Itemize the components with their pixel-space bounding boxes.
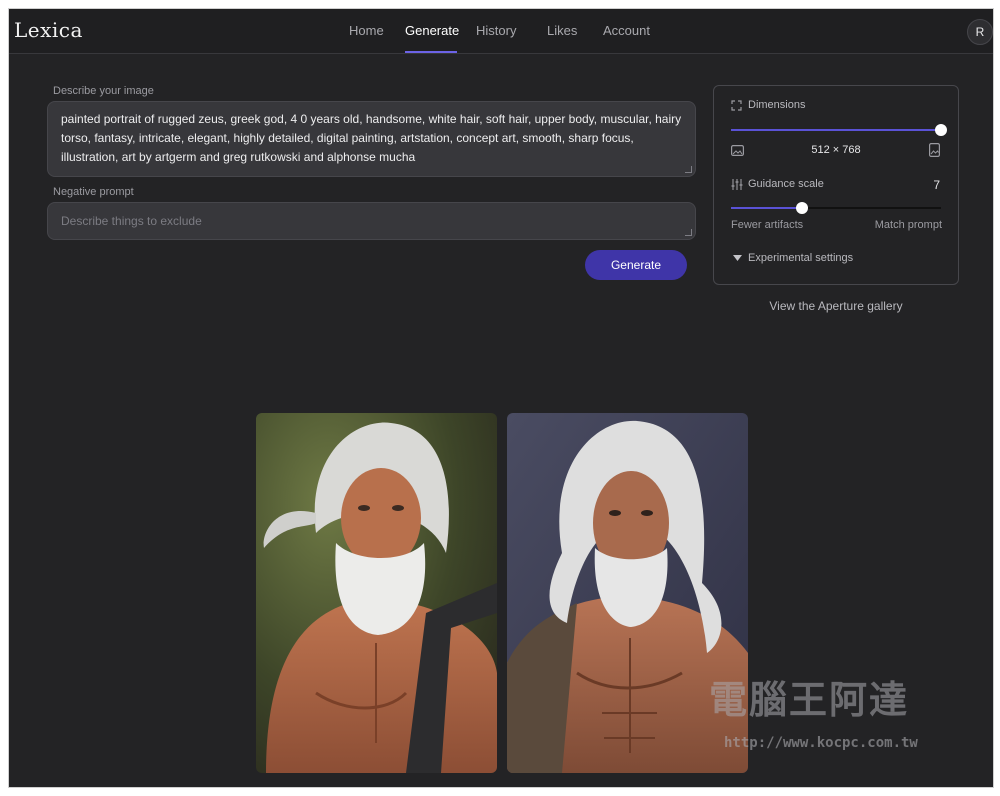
app-window: Lexica Home Generate History Likes Accou… xyxy=(8,8,994,788)
zeus-portrait-image xyxy=(256,413,497,773)
dimensions-slider-knob[interactable] xyxy=(935,124,947,136)
nav-likes[interactable]: Likes xyxy=(547,23,577,38)
dimensions-label: Dimensions xyxy=(748,99,806,111)
portrait-image-icon[interactable] xyxy=(929,143,940,157)
prompt-label: Describe your image xyxy=(53,85,154,97)
expand-icon xyxy=(731,100,742,111)
guidance-scale-value: 7 xyxy=(933,178,940,192)
negative-prompt-placeholder: Describe things to exclude xyxy=(61,214,202,228)
resize-handle-icon[interactable] xyxy=(685,229,692,236)
sliders-icon xyxy=(731,179,743,190)
guidance-min-label: Fewer artifacts xyxy=(731,219,804,231)
lexica-logo[interactable]: Lexica xyxy=(14,18,83,42)
resize-handle-icon[interactable] xyxy=(685,166,692,173)
prompt-text: painted portrait of rugged zeus, greek g… xyxy=(61,112,682,164)
prompt-textarea[interactable]: painted portrait of rugged zeus, greek g… xyxy=(47,101,696,177)
watermark-url: http://www.kocpc.com.tw xyxy=(724,735,918,751)
experimental-settings-toggle[interactable]: Experimental settings xyxy=(748,252,853,264)
generated-image-1[interactable] xyxy=(256,413,497,773)
active-tab-indicator xyxy=(405,51,457,53)
generate-button[interactable]: Generate xyxy=(585,250,687,280)
user-avatar[interactable]: R xyxy=(967,19,993,45)
nav-history[interactable]: History xyxy=(476,23,516,38)
guidance-slider-fill xyxy=(731,207,802,209)
aperture-gallery-link[interactable]: View the Aperture gallery xyxy=(713,299,959,313)
guidance-slider-knob[interactable] xyxy=(796,202,808,214)
guidance-max-label: Match prompt xyxy=(874,219,942,231)
caret-down-icon[interactable] xyxy=(733,255,742,261)
settings-panel: Dimensions 512 × 768 Guidance scale 7 Fe… xyxy=(713,85,959,285)
nav-home[interactable]: Home xyxy=(349,23,384,38)
nav-account[interactable]: Account xyxy=(603,23,650,38)
negative-prompt-textarea[interactable]: Describe things to exclude xyxy=(47,202,696,240)
top-nav: Lexica Home Generate History Likes Accou… xyxy=(9,9,993,54)
dimensions-slider-fill xyxy=(731,129,941,131)
dimensions-value: 512 × 768 xyxy=(811,144,861,156)
nav-generate[interactable]: Generate xyxy=(405,23,459,38)
guidance-scale-label: Guidance scale xyxy=(748,178,824,190)
watermark-text: 電腦王阿達 xyxy=(709,680,910,722)
negative-prompt-label: Negative prompt xyxy=(53,186,134,198)
